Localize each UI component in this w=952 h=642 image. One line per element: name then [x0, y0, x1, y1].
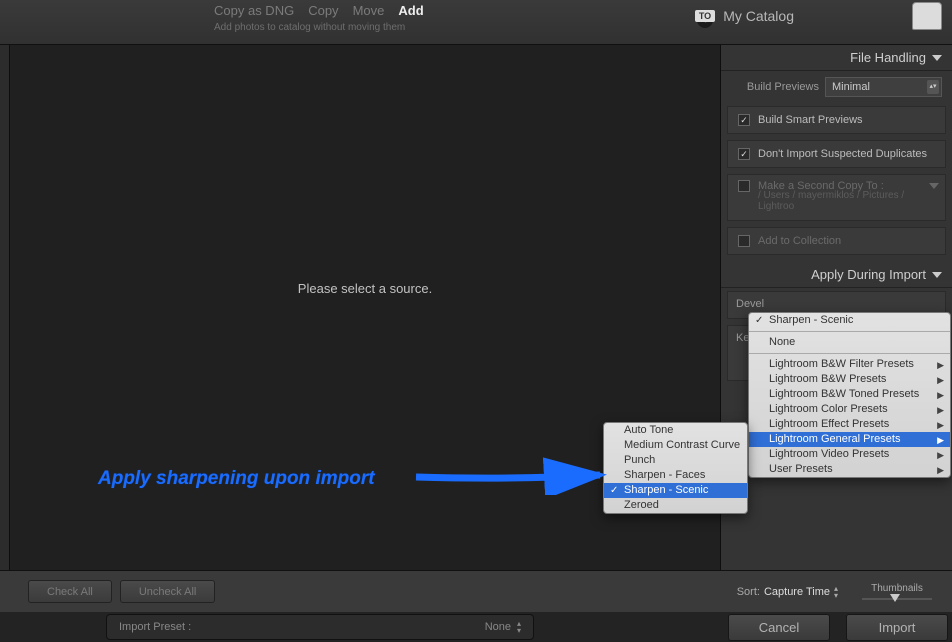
sort-control[interactable]: Sort: Capture Time ▴▾ [737, 585, 838, 599]
build-previews-select[interactable]: Minimal ▴▾ [825, 77, 942, 97]
preset-group-user[interactable]: User Presets▶ [749, 462, 950, 477]
checkbox-checked-icon[interactable]: ✓ [738, 114, 750, 126]
file-handling-header[interactable]: File Handling [721, 45, 952, 71]
preset-zeroed[interactable]: Zeroed [604, 498, 747, 513]
preset-none[interactable]: None [749, 335, 950, 350]
copy-modes: Copy as DNG Copy Move Add [214, 3, 424, 18]
apply-during-import-title: Apply During Import [811, 267, 926, 282]
chevron-down-icon [929, 183, 939, 189]
second-copy-row[interactable]: ✓ Make a Second Copy To : / Users / maye… [727, 174, 946, 221]
collapse-icon [932, 55, 942, 61]
to-badge: TO [695, 10, 715, 22]
import-preset-value: None [485, 621, 511, 633]
build-previews-value: Minimal [832, 81, 870, 93]
thumbnail-size-control[interactable]: Thumbnails [862, 583, 932, 600]
left-panel-edge[interactable] [0, 45, 10, 570]
preset-group-color[interactable]: Lightroom Color Presets▶ [749, 402, 950, 417]
destination-label: TO My Catalog [695, 8, 794, 24]
preset-group-bw[interactable]: Lightroom B&W Presets▶ [749, 372, 950, 387]
preset-group-video[interactable]: Lightroom Video Presets▶ [749, 447, 950, 462]
cancel-button[interactable]: Cancel [728, 614, 830, 641]
menu-separator [749, 353, 950, 354]
uncheck-all-button[interactable]: Uncheck All [120, 580, 215, 603]
no-duplicates-row[interactable]: ✓ Don't Import Suspected Duplicates [727, 140, 946, 168]
preset-medium-contrast[interactable]: Medium Contrast Curve [604, 438, 747, 453]
menu-separator [749, 331, 950, 332]
develop-preset-submenu[interactable]: Auto Tone Medium Contrast Curve Punch Sh… [603, 422, 748, 514]
stepper-icon: ▴▾ [927, 80, 939, 94]
top-bar: Copy as DNG Copy Move Add Add photos to … [0, 0, 952, 45]
build-previews-label: Build Previews [731, 81, 819, 93]
sort-label: Sort: [737, 586, 760, 598]
preset-group-general[interactable]: Lightroom General Presets▶ [749, 432, 950, 447]
stepper-icon: ▴▾ [517, 620, 521, 634]
apply-during-import-header[interactable]: Apply During Import [721, 262, 952, 288]
file-handling-title: File Handling [850, 50, 926, 65]
mode-copy[interactable]: Copy [308, 3, 338, 18]
import-preset-select[interactable]: Import Preset : None ▴▾ [106, 614, 534, 640]
add-to-collection-row[interactable]: ✓ Add to Collection [727, 227, 946, 255]
annotation-text: Apply sharpening upon import [98, 468, 375, 490]
mode-move[interactable]: Move [353, 3, 385, 18]
preset-group-effect[interactable]: Lightroom Effect Presets▶ [749, 417, 950, 432]
slider-thumb-icon[interactable] [890, 594, 900, 602]
mode-subtitle: Add photos to catalog without moving the… [214, 22, 405, 33]
smart-previews-label: Build Smart Previews [758, 114, 863, 126]
no-duplicates-label: Don't Import Suspected Duplicates [758, 148, 927, 160]
build-previews-row: Build Previews Minimal ▴▾ [721, 71, 952, 103]
mode-copy-as-dng[interactable]: Copy as DNG [214, 3, 294, 18]
develop-preset-menu[interactable]: ✓Sharpen - Scenic None Lightroom B&W Fil… [748, 312, 951, 478]
preset-punch[interactable]: Punch [604, 453, 747, 468]
annotation-arrow-icon [414, 425, 614, 495]
checkbox-unchecked-icon[interactable]: ✓ [738, 235, 750, 247]
sort-value: Capture Time [764, 586, 830, 598]
mode-add[interactable]: Add [398, 3, 423, 18]
thumbnails-label: Thumbnails [871, 583, 923, 594]
catalog-name[interactable]: My Catalog [723, 8, 794, 24]
preset-current[interactable]: ✓Sharpen - Scenic [749, 313, 950, 328]
preset-sharpen-faces[interactable]: Sharpen - Faces [604, 468, 747, 483]
footer: Import Preset : None ▴▾ Cancel Import [0, 612, 952, 642]
smart-previews-row[interactable]: ✓ Build Smart Previews [727, 106, 946, 134]
import-preset-label: Import Preset : [119, 621, 191, 633]
collapse-icon [932, 272, 942, 278]
develop-settings-label: Devel [736, 298, 764, 310]
import-button[interactable]: Import [846, 614, 948, 641]
checkbox-checked-icon[interactable]: ✓ [738, 148, 750, 160]
stepper-icon: ▴▾ [834, 585, 838, 599]
thumbnail-slider[interactable] [862, 598, 932, 600]
check-all-button[interactable]: Check All [28, 580, 112, 603]
preset-auto-tone[interactable]: Auto Tone [604, 423, 747, 438]
select-source-message: Please select a source. [10, 281, 720, 296]
right-panel: File Handling Build Previews Minimal ▴▾ … [720, 45, 952, 570]
preset-group-bw-toned[interactable]: Lightroom B&W Toned Presets▶ [749, 387, 950, 402]
catalog-icon [912, 2, 942, 30]
add-to-collection-label: Add to Collection [758, 235, 841, 247]
second-copy-path: / Users / mayermiklos / Pictures / Light… [758, 190, 935, 212]
preset-group-bw-filter[interactable]: Lightroom B&W Filter Presets▶ [749, 357, 950, 372]
bottom-toolbar: Check All Uncheck All Sort: Capture Time… [0, 570, 952, 612]
checkbox-unchecked-icon[interactable]: ✓ [738, 180, 750, 192]
preset-sharpen-scenic[interactable]: ✓Sharpen - Scenic [604, 483, 747, 498]
